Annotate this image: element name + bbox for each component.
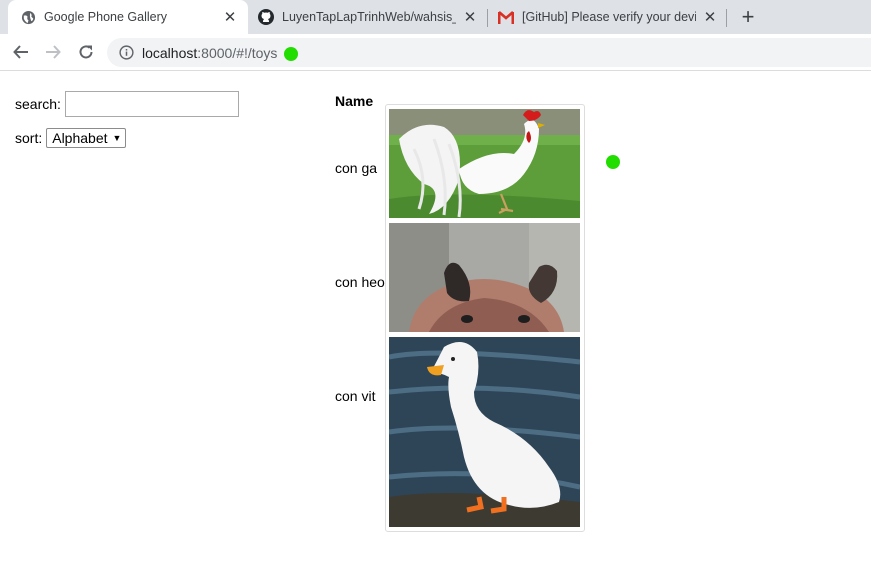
name-column-header: Name <box>335 93 374 109</box>
tab-title: Google Phone Gallery <box>44 10 167 24</box>
close-tab-icon[interactable]: ✕ <box>222 9 238 26</box>
back-arrow-icon <box>13 45 28 59</box>
back-button[interactable] <box>9 40 33 64</box>
sort-label: sort: <box>15 130 43 146</box>
dropdown-arrow-icon: ▼ <box>112 133 122 143</box>
tab-gmail[interactable]: [GitHub] Please verify your device ✕ <box>488 0 726 34</box>
globe-icon <box>20 9 36 25</box>
new-tab-button[interactable]: + <box>736 5 760 29</box>
search-row: search: <box>15 91 239 117</box>
sort-selected-value: Alphabet <box>52 130 108 146</box>
close-tab-icon[interactable]: ✕ <box>702 9 718 26</box>
sort-select[interactable]: Alphabet ▼ <box>46 128 127 148</box>
status-dot <box>606 155 620 169</box>
address-url: localhost:8000/#!/toys <box>142 45 277 61</box>
browser-toolbar: localhost:8000/#!/toys <box>0 34 871 71</box>
white-rooster-photo <box>389 109 580 218</box>
forward-arrow-icon <box>46 45 61 59</box>
search-input[interactable] <box>64 91 239 117</box>
reload-icon <box>79 45 93 59</box>
tab-strip: Google Phone Gallery ✕ LuyenTapLapTrinhW… <box>0 0 871 34</box>
info-icon[interactable] <box>118 45 134 61</box>
url-host: localhost <box>142 44 198 61</box>
tab-title: [GitHub] Please verify your device <box>522 10 696 24</box>
url-path: :8000/#!/toys <box>197 44 278 61</box>
github-icon <box>258 9 274 25</box>
tab-title: LuyenTapLapTrinhWeb/wahsis_dc <box>282 10 456 24</box>
reload-button[interactable] <box>74 40 98 64</box>
address-bar[interactable]: localhost:8000/#!/toys <box>107 38 871 67</box>
item-name-vit: con vit <box>335 388 376 404</box>
sort-row: sort: Alphabet ▼ <box>15 128 127 148</box>
white-duck-photo <box>389 337 580 527</box>
forward-button[interactable] <box>41 40 65 64</box>
item-name-ga: con ga <box>335 160 378 176</box>
tab-github-repo[interactable]: LuyenTapLapTrinhWeb/wahsis_dc ✕ <box>248 0 486 34</box>
status-dot <box>284 47 298 61</box>
close-tab-icon[interactable]: ✕ <box>462 9 478 26</box>
gmail-icon <box>498 9 514 25</box>
page-content: search: sort: Alphabet ▼ Name con ga con… <box>0 72 871 567</box>
tab-google-phone-gallery[interactable]: Google Phone Gallery ✕ <box>8 0 248 34</box>
pig-head-photo <box>389 223 580 332</box>
search-label: search: <box>15 96 61 112</box>
tab-separator <box>726 9 727 27</box>
item-name-heo: con heo <box>335 274 385 290</box>
